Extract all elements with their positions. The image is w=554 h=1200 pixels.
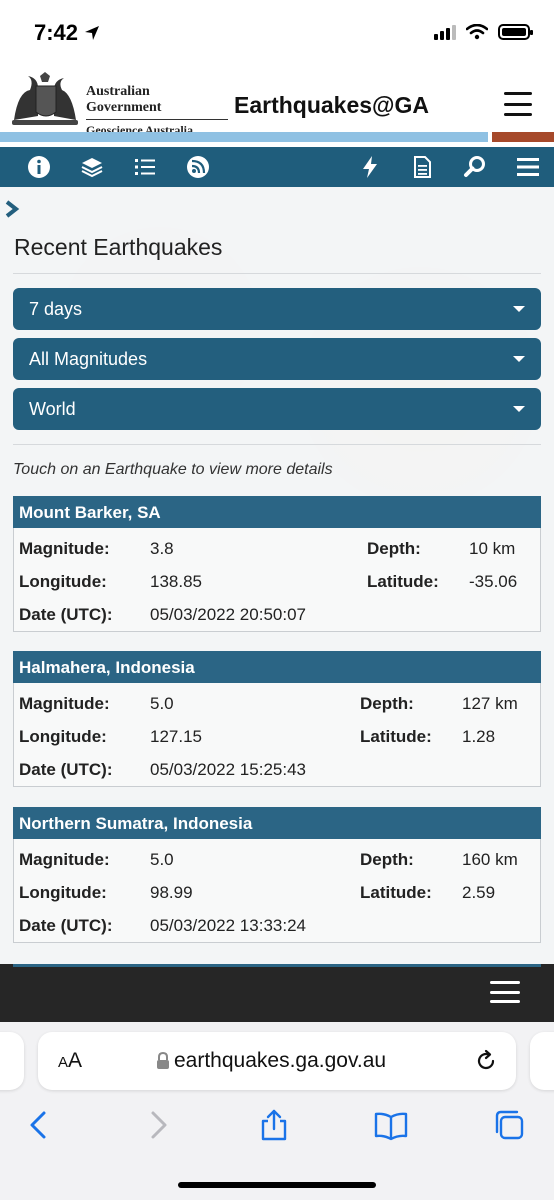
earthquake-card[interactable]: Mount Barker, SA Magnitude: 3.8 Depth: 1…	[13, 496, 541, 632]
list-icon[interactable]	[133, 155, 157, 179]
period-select[interactable]: 7 days	[13, 288, 541, 330]
latitude-value: 2.59	[462, 883, 496, 902]
coat-of-arms-logo	[12, 72, 78, 125]
reload-icon[interactable]	[474, 1049, 498, 1073]
depth-value: 10 km	[469, 539, 516, 558]
search-icon[interactable]	[463, 155, 487, 179]
longitude-value: 98.99	[150, 883, 193, 902]
date-value: 05/03/2022 20:50:07	[150, 605, 306, 624]
magnitude-label: Magnitude:	[19, 539, 110, 558]
government-logo-text: Australian Government Geoscience Austral…	[86, 84, 228, 138]
dropdown-caret-icon	[513, 356, 525, 362]
info-icon[interactable]	[27, 155, 51, 179]
next-tab-preview[interactable]	[530, 1032, 554, 1090]
magnitude-select-value: All Magnitudes	[29, 349, 148, 369]
address-bar[interactable]: AA earthquakes.ga.gov.au	[38, 1032, 516, 1090]
panel-collapse-chevron-icon[interactable]	[4, 199, 20, 219]
cellular-signal-icon	[434, 24, 456, 40]
magnitude-label: Magnitude:	[19, 694, 110, 713]
depth-value: 127 km	[462, 694, 518, 713]
longitude-label: Longitude:	[19, 727, 107, 746]
earthquake-card[interactable]: Northern Sumatra, Indonesia Magnitude: 5…	[13, 807, 541, 943]
bookmarks-icon[interactable]	[374, 1108, 408, 1142]
menu-icon[interactable]	[516, 155, 540, 179]
share-icon[interactable]	[257, 1108, 291, 1142]
longitude-label: Longitude:	[19, 572, 107, 591]
footer-bar	[0, 964, 554, 1022]
date-value: 05/03/2022 13:33:24	[150, 916, 306, 935]
battery-icon	[498, 24, 533, 40]
magnitude-label: Magnitude:	[19, 850, 110, 869]
wifi-icon	[466, 24, 488, 40]
region-select[interactable]: World	[13, 388, 541, 430]
earthquake-card[interactable]: Halmahera, Indonesia Magnitude: 5.0 Dept…	[13, 651, 541, 787]
text-size-button[interactable]: AA	[58, 1049, 82, 1073]
depth-value: 160 km	[462, 850, 518, 869]
depth-label: Depth:	[360, 694, 414, 713]
back-icon[interactable]	[22, 1108, 56, 1142]
date-label: Date (UTC):	[19, 760, 113, 779]
magnitude-value: 5.0	[150, 694, 174, 713]
latitude-label: Latitude:	[367, 572, 439, 591]
tabs-icon[interactable]	[492, 1108, 526, 1142]
magnitude-value: 5.0	[150, 850, 174, 869]
footer-menu-icon[interactable]	[490, 981, 520, 1003]
dropdown-caret-icon	[513, 306, 525, 312]
lightning-icon[interactable]	[358, 155, 382, 179]
title-divider	[13, 273, 541, 274]
home-indicator	[178, 1182, 376, 1188]
longitude-value: 127.15	[150, 727, 202, 746]
document-icon[interactable]	[410, 155, 434, 179]
layers-icon[interactable]	[80, 155, 104, 179]
depth-label: Depth:	[367, 539, 421, 558]
period-select-value: 7 days	[29, 299, 83, 319]
previous-tab-preview[interactable]	[0, 1032, 24, 1090]
magnitude-select[interactable]: All Magnitudes	[13, 338, 541, 380]
url-text[interactable]: earthquakes.ga.gov.au	[174, 1049, 386, 1073]
date-value: 05/03/2022 15:25:43	[150, 760, 306, 779]
location-arrow-icon	[85, 26, 100, 40]
date-label: Date (UTC):	[19, 916, 113, 935]
magnitude-value: 3.8	[150, 539, 174, 558]
latitude-label: Latitude:	[360, 883, 432, 902]
lock-icon	[157, 1052, 169, 1069]
dropdown-caret-icon	[513, 406, 525, 412]
page-title: Recent Earthquakes	[14, 234, 223, 260]
hint-text: Touch on an Earthquake to view more deta…	[13, 461, 333, 478]
earthquake-place[interactable]: Mount Barker, SA	[13, 496, 541, 528]
depth-label: Depth:	[360, 850, 414, 869]
site-header: Australian Government Geoscience Austral…	[0, 64, 554, 137]
site-menu-icon[interactable]	[504, 92, 532, 116]
status-bar: 7:42	[0, 0, 554, 64]
longitude-value: 138.85	[150, 572, 202, 591]
latitude-label: Latitude:	[360, 727, 432, 746]
latitude-value: -35.06	[469, 572, 518, 591]
rss-icon[interactable]	[186, 155, 210, 179]
filters-divider	[13, 444, 541, 445]
latitude-value: 1.28	[462, 727, 496, 746]
region-select-value: World	[29, 399, 76, 419]
site-brand-title[interactable]: Earthquakes@GA	[234, 92, 429, 119]
browser-chrome: AA earthquakes.ga.gov.au	[0, 1022, 554, 1200]
nav-toolbar	[0, 147, 554, 187]
earthquake-place[interactable]: Northern Sumatra, Indonesia	[13, 807, 541, 839]
longitude-label: Longitude:	[19, 883, 107, 902]
status-time: 7:42	[34, 20, 100, 46]
date-label: Date (UTC):	[19, 605, 113, 624]
earthquake-place[interactable]: Halmahera, Indonesia	[13, 651, 541, 683]
forward-icon[interactable]	[141, 1108, 175, 1142]
header-stripe	[0, 132, 554, 144]
government-name: Australian Government	[86, 84, 228, 120]
